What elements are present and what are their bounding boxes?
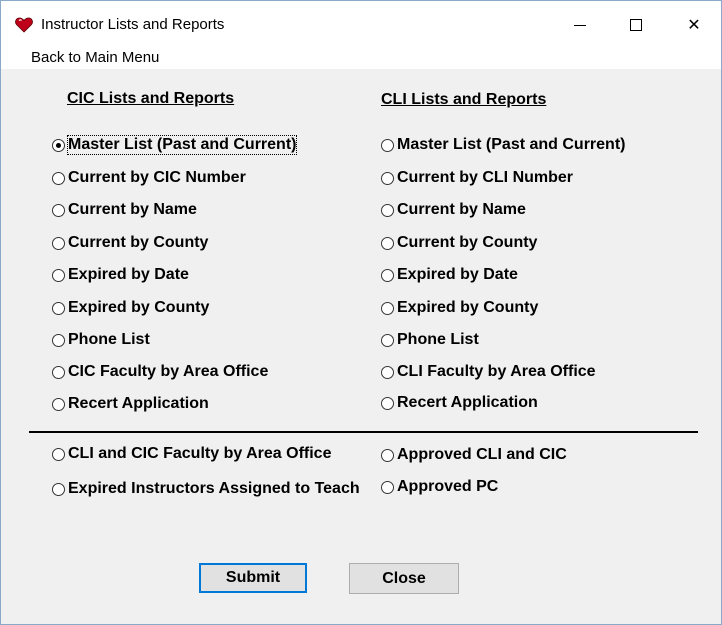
radio[interactable] [381, 171, 394, 185]
radio[interactable] [381, 301, 394, 315]
option-label: Expired by County [68, 299, 210, 316]
cli-master-list-option[interactable]: Master List (Past and Current) [381, 134, 625, 156]
option-label: Master List (Past and Current) [66, 135, 298, 155]
radio[interactable] [52, 447, 65, 461]
cic-phone-list-option[interactable]: Phone List [52, 329, 150, 351]
option-label: CLI Faculty by Area Office [397, 363, 596, 380]
cic-master-list-option[interactable]: Master List (Past and Current) [52, 134, 298, 156]
option-label: Phone List [68, 331, 150, 348]
cli-current-by-county-option[interactable]: Current by County [381, 232, 537, 254]
option-label: Approved PC [397, 478, 499, 495]
cic-expired-by-county-option[interactable]: Expired by County [52, 297, 209, 319]
radio[interactable] [52, 268, 65, 282]
option-label: Expired by Date [397, 266, 518, 283]
option-label: Expired by Date [68, 266, 189, 283]
cli-current-by-number-option[interactable]: Current by CLI Number [381, 167, 573, 189]
option-label: Recert Application [68, 395, 209, 412]
option-label: Current by Name [397, 201, 526, 218]
radio[interactable] [52, 203, 65, 217]
radio[interactable] [381, 333, 394, 347]
expired-instructors-assigned-option[interactable]: Expired Instructors Assigned to Teach [52, 478, 360, 500]
cli-recert-application-option[interactable]: Recert Application [381, 392, 538, 414]
radio[interactable] [381, 236, 394, 250]
option-label: Recert Application [397, 394, 538, 411]
approved-pc-option[interactable]: Approved PC [381, 476, 498, 498]
radio[interactable] [381, 396, 394, 410]
section-divider [29, 431, 698, 433]
radio[interactable] [381, 268, 394, 282]
cli-section-heading: CLI Lists and Reports [381, 91, 547, 108]
option-label: Expired Instructors Assigned to Teach [68, 480, 360, 497]
instructor-lists-window: Instructor Lists and Reports ✕ Back to M… [0, 0, 722, 625]
option-label: Master List (Past and Current) [397, 136, 626, 153]
option-label: Expired by County [397, 299, 539, 316]
radio[interactable] [381, 365, 394, 379]
option-label: Phone List [397, 331, 479, 348]
option-label: Current by Name [68, 201, 197, 218]
radio[interactable] [52, 365, 65, 379]
minimize-icon [574, 24, 586, 26]
heart-icon [15, 17, 33, 33]
submit-button[interactable]: Submit [199, 563, 307, 593]
option-label: Current by CLI Number [397, 169, 574, 186]
cic-expired-by-date-option[interactable]: Expired by Date [52, 264, 189, 286]
option-label: Current by CIC Number [68, 169, 246, 186]
menu-bar: Back to Main Menu [1, 47, 721, 69]
radio[interactable] [381, 480, 394, 494]
cli-faculty-by-area-office-option[interactable]: CLI Faculty by Area Office [381, 361, 596, 383]
title-bar: Instructor Lists and Reports ✕ [1, 1, 721, 47]
option-label: CLI and CIC Faculty by Area Office [68, 445, 332, 462]
radio[interactable] [52, 236, 65, 250]
option-label: Current by County [68, 234, 209, 251]
radio[interactable] [52, 482, 65, 496]
cic-current-by-number-option[interactable]: Current by CIC Number [52, 167, 246, 189]
radio-selected[interactable] [52, 138, 65, 152]
option-label: Approved CLI and CIC [397, 446, 567, 463]
cic-section-heading: CIC Lists and Reports [67, 90, 235, 107]
radio[interactable] [52, 301, 65, 315]
maximize-button[interactable] [613, 7, 659, 43]
radio[interactable] [381, 203, 394, 217]
radio[interactable] [52, 171, 65, 185]
back-to-main-menu[interactable]: Back to Main Menu [31, 49, 159, 66]
maximize-icon [630, 19, 642, 31]
cic-faculty-by-area-office-option[interactable]: CIC Faculty by Area Office [52, 361, 268, 383]
cli-and-cic-faculty-by-area-office-option[interactable]: CLI and CIC Faculty by Area Office [52, 443, 331, 465]
cic-current-by-county-option[interactable]: Current by County [52, 232, 208, 254]
cli-phone-list-option[interactable]: Phone List [381, 329, 479, 351]
option-label: CIC Faculty by Area Office [68, 363, 269, 380]
option-label: Current by County [397, 234, 538, 251]
cli-current-by-name-option[interactable]: Current by Name [381, 199, 526, 221]
close-button[interactable]: Close [349, 563, 459, 594]
cic-current-by-name-option[interactable]: Current by Name [52, 199, 197, 221]
radio[interactable] [52, 333, 65, 347]
close-window-button[interactable]: ✕ [671, 7, 717, 43]
cli-expired-by-county-option[interactable]: Expired by County [381, 297, 538, 319]
radio[interactable] [52, 397, 65, 411]
cli-expired-by-date-option[interactable]: Expired by Date [381, 264, 518, 286]
radio[interactable] [381, 448, 394, 462]
cic-recert-application-option[interactable]: Recert Application [52, 393, 209, 415]
close-icon: ✕ [687, 17, 701, 34]
approved-cli-and-cic-option[interactable]: Approved CLI and CIC [381, 444, 567, 466]
window-title: Instructor Lists and Reports [41, 16, 225, 33]
minimize-button[interactable] [557, 7, 603, 43]
radio[interactable] [381, 138, 394, 152]
